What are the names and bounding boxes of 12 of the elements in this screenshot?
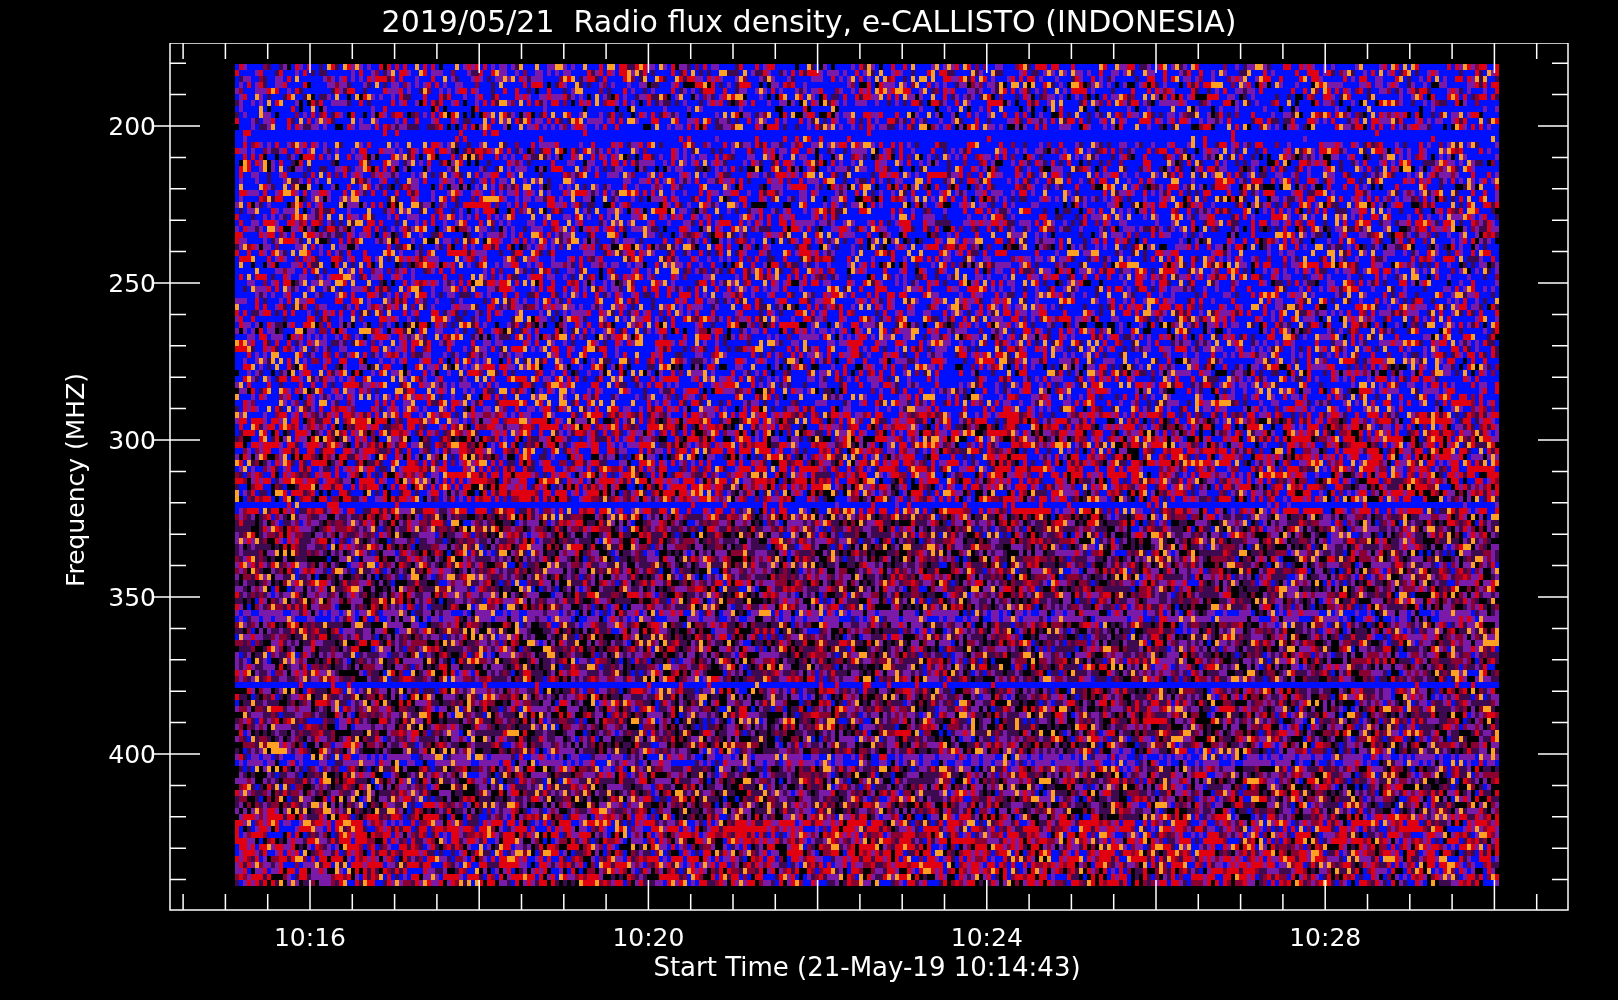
- tick-label: 400: [108, 740, 156, 769]
- tick-label: 10:28: [1289, 923, 1362, 952]
- tick-label: 250: [108, 269, 156, 298]
- tick-label: 200: [108, 112, 156, 141]
- tick-label: 10:24: [950, 923, 1023, 952]
- axis-label: Start Time (21-May-19 10:14:43): [653, 952, 1081, 982]
- plot-title: 2019/05/21 Radio flux density, e-CALLISTO (INDONESIA): [381, 6, 1237, 37]
- tick-label: 300: [108, 426, 156, 455]
- tick-label: 350: [108, 583, 156, 612]
- axis-label: Frequency (MHZ): [61, 372, 90, 588]
- tick-label: 10:20: [612, 923, 685, 952]
- tick-label: 10:16: [274, 923, 346, 952]
